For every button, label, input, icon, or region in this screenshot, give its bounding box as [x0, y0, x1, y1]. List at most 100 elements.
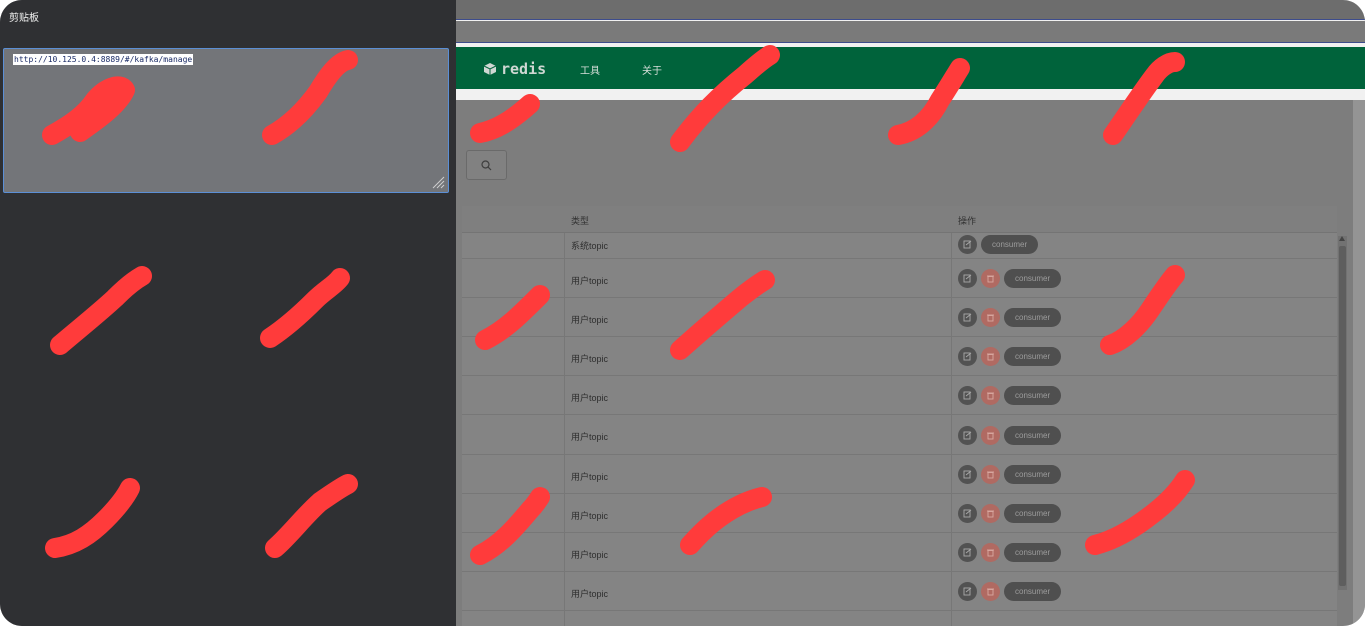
edit-button[interactable]	[958, 582, 977, 601]
consumer-button[interactable]: consumer	[1004, 582, 1062, 601]
row-actions: consumer	[958, 347, 1062, 366]
consumer-button[interactable]: consumer	[1004, 308, 1062, 327]
column-header-ops: 操作	[958, 216, 977, 226]
consumer-button[interactable]: consumer	[1004, 347, 1062, 366]
edit-button[interactable]	[958, 234, 977, 254]
consumer-button[interactable]: consumer	[1004, 269, 1062, 288]
delete-button[interactable]	[981, 582, 1000, 601]
edit-icon	[963, 240, 972, 248]
browser-tab-bar	[456, 0, 1365, 20]
consumer-button[interactable]: consumer	[1004, 504, 1062, 523]
row-actions: consumer	[958, 465, 1062, 484]
row-actions: consumer	[958, 308, 1062, 327]
nav-item-about[interactable]: 关于	[642, 62, 662, 77]
edit-icon	[963, 587, 972, 596]
topic-type-cell: 用户topic	[571, 510, 609, 521]
topic-type-cell: 用户topic	[571, 432, 609, 442]
trash-icon	[987, 275, 994, 283]
clipboard-panel: 剪贴板 http://10.125.0.4:8889/#/kafka/manag…	[0, 0, 456, 626]
topic-type-cell: 用户topic	[571, 471, 609, 482]
column-header-type: 类型	[571, 216, 590, 226]
edit-icon	[963, 274, 972, 283]
row-actions: consumer	[958, 234, 1039, 254]
nav-item-tools[interactable]: 工具	[580, 62, 600, 77]
search-button[interactable]	[466, 150, 507, 180]
clipboard-title: 剪贴板	[9, 13, 39, 24]
app-navbar: redis 工具 关于	[456, 47, 1365, 89]
edit-button[interactable]	[958, 308, 977, 327]
edit-button[interactable]	[958, 269, 977, 288]
edit-button[interactable]	[958, 347, 977, 366]
table-row: 用户topic consumer	[462, 572, 1337, 611]
topic-type-cell: 用户topic	[571, 392, 609, 403]
resize-grip-icon[interactable]	[431, 175, 445, 189]
topic-type-cell: 用户topic	[571, 549, 609, 560]
clipboard-text-area[interactable]: http://10.125.0.4:8889/#/kafka/manage	[3, 48, 449, 193]
row-actions: consumer	[958, 504, 1062, 523]
edit-button[interactable]	[958, 425, 977, 445]
trash-icon	[987, 392, 994, 400]
row-actions: consumer	[958, 386, 1062, 405]
edit-icon	[963, 509, 972, 518]
row-actions: consumer	[958, 425, 1062, 445]
consumer-button[interactable]: consumer	[1004, 465, 1062, 484]
table-row: 用户topic consumer	[462, 415, 1337, 455]
trash-icon	[987, 588, 994, 596]
edit-button[interactable]	[958, 543, 977, 562]
topic-table: 类型 操作 系统topic consumer 用户topic consumer 用户to…	[462, 206, 1337, 626]
edit-button[interactable]	[958, 386, 977, 405]
topic-type-cell: 用户topic	[571, 314, 609, 325]
table-row: 用户topic consumer	[462, 376, 1337, 415]
table-row: 用户topic consumer	[462, 259, 1337, 298]
trash-icon	[987, 471, 994, 479]
delete-button[interactable]	[981, 269, 1000, 288]
edit-button[interactable]	[958, 465, 977, 484]
topic-type-cell: 用户topic	[571, 353, 609, 364]
edit-icon	[963, 548, 972, 557]
delete-button[interactable]	[981, 543, 1000, 562]
delete-button[interactable]	[981, 347, 1000, 366]
delete-button[interactable]	[981, 425, 1000, 445]
clipboard-content[interactable]: http://10.125.0.4:8889/#/kafka/manage	[13, 54, 194, 65]
consumer-button[interactable]: consumer	[1004, 543, 1062, 562]
delete-button[interactable]	[981, 465, 1000, 484]
table-row: 用户topic consumer	[462, 455, 1337, 494]
trash-icon	[987, 549, 994, 557]
screen: redis 工具 关于 类型 操作 系统topic consumer 用户topic…	[0, 0, 1365, 626]
topic-type-cell: 系统topic	[571, 241, 609, 251]
logo-text: redis	[501, 60, 547, 78]
edit-button[interactable]	[958, 504, 977, 523]
kafka-manage-app: redis 工具 关于 类型 操作 系统topic consumer 用户topic…	[456, 0, 1365, 626]
table-row: 系统topic consumer	[462, 229, 1337, 259]
page-edge	[1353, 100, 1365, 626]
browser-address-bar	[456, 21, 1365, 43]
trash-icon	[987, 510, 994, 518]
delete-button[interactable]	[981, 386, 1000, 405]
trash-icon	[987, 432, 994, 439]
delete-button[interactable]	[981, 504, 1000, 523]
consumer-button[interactable]: consumer	[981, 234, 1039, 254]
edit-icon	[963, 391, 972, 400]
scroll-thumb[interactable]	[1339, 246, 1346, 586]
topic-type-cell: 用户topic	[571, 588, 609, 599]
edit-icon	[963, 470, 972, 479]
search-icon	[481, 160, 492, 171]
consumer-button[interactable]: consumer	[1004, 425, 1062, 445]
main-content: 类型 操作 系统topic consumer 用户topic consumer 用户to…	[456, 100, 1365, 626]
consumer-button[interactable]: consumer	[1004, 386, 1062, 405]
table-row: 用户topic consumer	[462, 337, 1337, 376]
trash-icon	[987, 314, 994, 322]
row-actions: consumer	[958, 269, 1062, 288]
scroll-up-arrow[interactable]	[1339, 236, 1345, 241]
edit-icon	[963, 431, 972, 439]
table-row: 用户topic consumer	[462, 533, 1337, 572]
app-logo[interactable]: redis	[483, 60, 546, 78]
table-row: 用户topic consumer	[462, 494, 1337, 533]
delete-button[interactable]	[981, 308, 1000, 327]
topic-type-cell: 用户topic	[571, 275, 609, 286]
cube-icon	[483, 63, 497, 75]
row-actions: consumer	[958, 543, 1062, 562]
trash-icon	[987, 353, 994, 361]
table-scrollbar[interactable]	[1338, 236, 1347, 590]
table-row: 用户topic consumer	[462, 298, 1337, 337]
